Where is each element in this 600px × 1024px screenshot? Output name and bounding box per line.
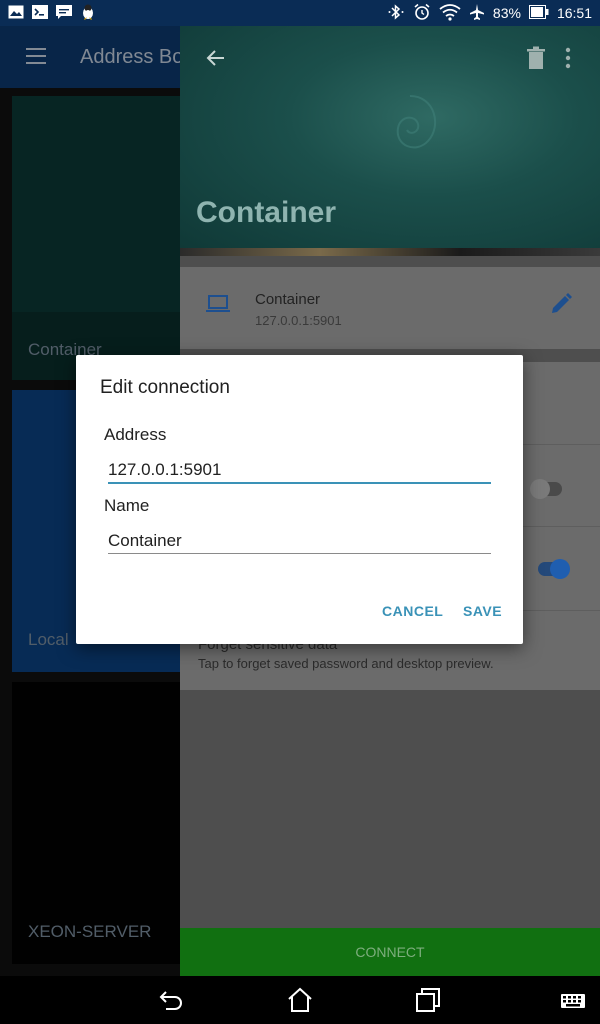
toggle-switch-on[interactable] — [538, 559, 570, 579]
cancel-button[interactable]: CANCEL — [382, 603, 443, 619]
clock: 16:51 — [556, 5, 592, 21]
edit-connection-dialog: Edit connection Address Name CANCEL SAVE — [76, 355, 523, 644]
connect-label: CONNECT — [355, 944, 425, 960]
desktop-preview: Container — [180, 26, 600, 254]
linux-icon — [80, 4, 96, 20]
name-input[interactable] — [108, 529, 491, 553]
terminal-icon — [32, 4, 48, 20]
airplane-icon — [469, 3, 485, 24]
keyboard-icon[interactable] — [560, 986, 586, 1014]
address-label: Address — [104, 425, 167, 444]
save-button[interactable]: SAVE — [463, 603, 502, 619]
back-nav-icon[interactable] — [158, 986, 186, 1014]
name-label: Name — [104, 496, 150, 515]
recents-nav-icon[interactable] — [414, 986, 442, 1014]
debian-swirl-icon — [396, 95, 437, 149]
name-underline — [108, 553, 491, 554]
battery-icon — [528, 4, 549, 22]
navigation-bar — [0, 976, 600, 1024]
system-status: 83% 16:51 — [387, 3, 592, 24]
status-bar: 83% 16:51 — [0, 0, 600, 26]
notification-icons — [8, 4, 96, 20]
connection-name: Container — [255, 291, 321, 308]
wifi-icon — [439, 3, 461, 24]
laptop-icon — [206, 295, 230, 312]
dialog-title: Edit connection — [100, 377, 230, 398]
connection-title: Container — [196, 196, 337, 229]
connection-address: 127.0.0.1:5901 — [255, 313, 342, 328]
address-underline — [108, 482, 491, 484]
message-icon — [56, 4, 72, 20]
bluetooth-icon — [387, 3, 405, 24]
back-arrow-icon[interactable] — [204, 46, 228, 70]
connect-button[interactable]: CONNECT — [180, 928, 600, 976]
toggle-switch-off[interactable] — [530, 479, 562, 499]
more-vert-icon[interactable] — [560, 46, 576, 70]
delete-icon[interactable] — [525, 46, 547, 70]
connection-info-card: Container 127.0.0.1:5901 — [180, 267, 600, 349]
alarm-icon — [413, 3, 431, 24]
battery-percent: 83% — [492, 5, 521, 21]
forget-data-subtitle: Tap to forget saved password and desktop… — [198, 656, 494, 671]
address-input[interactable] — [108, 458, 491, 482]
edit-pencil-icon[interactable] — [550, 293, 572, 315]
image-icon — [8, 4, 24, 20]
home-nav-icon[interactable] — [286, 986, 314, 1014]
preview-taskbar-strip — [180, 248, 600, 256]
